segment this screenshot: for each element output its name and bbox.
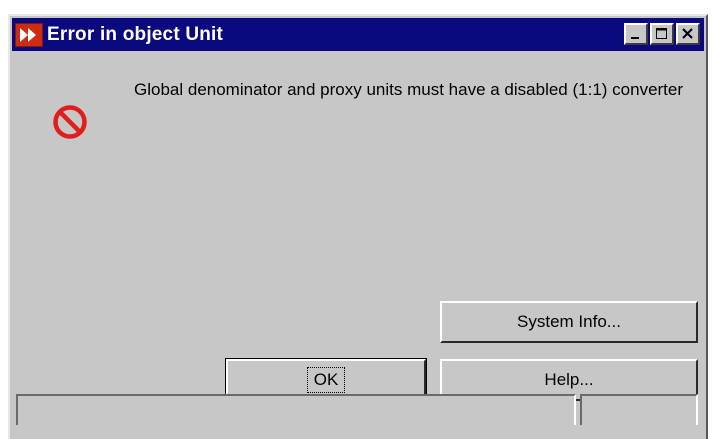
- system-info-button[interactable]: System Info...: [440, 301, 698, 343]
- status-pane-side: [580, 394, 698, 425]
- close-button[interactable]: [676, 23, 700, 45]
- error-message: Global denominator and proxy units must …: [134, 80, 684, 99]
- app-icon[interactable]: [15, 22, 43, 47]
- status-bar: [16, 394, 698, 425]
- window-title: Error in object Unit: [47, 23, 224, 45]
- maximize-icon: [656, 28, 667, 39]
- help-label: Help...: [544, 370, 594, 389]
- system-info-label: System Info...: [517, 312, 621, 331]
- window-controls: [624, 23, 700, 45]
- minimize-button[interactable]: [624, 23, 648, 45]
- status-pane-main: [16, 394, 576, 425]
- title-bar[interactable]: Error in object Unit: [12, 18, 704, 51]
- error-dialog-window: Error in object Unit Global denominator …: [8, 14, 708, 439]
- minimize-icon: [631, 37, 639, 39]
- prohibited-icon: [50, 102, 90, 142]
- ok-label: OK: [306, 367, 346, 393]
- maximize-button[interactable]: [650, 23, 674, 45]
- close-icon: [682, 28, 693, 39]
